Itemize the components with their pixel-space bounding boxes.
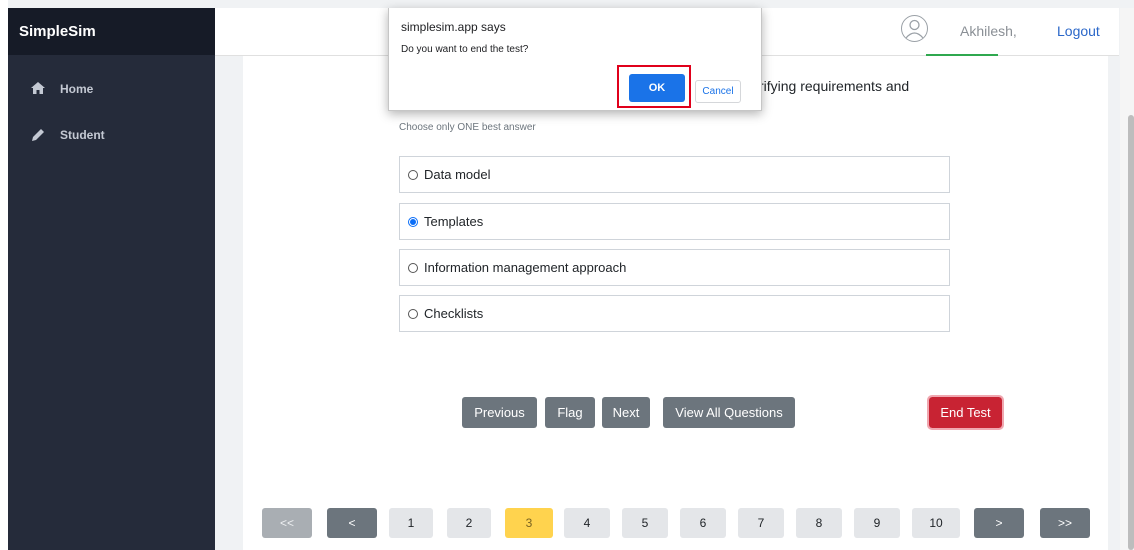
pagination-prev[interactable]: < [327, 508, 377, 538]
username: Akhilesh, [960, 23, 1017, 39]
sidebar-item-label: Student [60, 128, 105, 142]
sidebar: SimpleSim Home Student [8, 8, 215, 550]
option-label: Information management approach [424, 260, 627, 275]
previous-button[interactable]: Previous [462, 397, 537, 428]
pagination-page[interactable]: 7 [738, 508, 784, 538]
app-title: SimpleSim [8, 8, 215, 55]
option-label: Data model [424, 167, 491, 182]
next-button[interactable]: Next [602, 397, 650, 428]
pagination-page[interactable]: 2 [447, 508, 491, 538]
sidebar-item-home[interactable]: Home [30, 79, 215, 99]
answer-instruction: Choose only ONE best answer [399, 122, 536, 133]
page-margin [0, 0, 8, 550]
radio-button[interactable] [408, 308, 418, 319]
pagination-page[interactable]: 5 [622, 508, 668, 538]
question-text: rifying requirements and [759, 78, 910, 94]
option-templates[interactable]: Templates [399, 203, 950, 240]
option-information-management-approach[interactable]: Information management approach [399, 249, 950, 286]
cancel-button[interactable]: Cancel [695, 80, 741, 103]
pagination-last[interactable]: >> [1040, 508, 1090, 538]
pagination-page[interactable]: 6 [680, 508, 726, 538]
sidebar-item-label: Home [60, 82, 94, 96]
radio-button-selected[interactable] [408, 216, 418, 227]
sidebar-item-student[interactable]: Student [30, 125, 215, 145]
option-checklists[interactable]: Checklists [399, 295, 950, 332]
dialog-title: simplesim.app says [401, 20, 506, 34]
scrollbar-thumb[interactable] [1128, 115, 1134, 550]
option-label: Templates [424, 214, 484, 229]
confirm-dialog: simplesim.app says Do you want to end th… [388, 8, 762, 111]
flag-button[interactable]: Flag [545, 397, 595, 428]
pagination-next[interactable]: > [974, 508, 1024, 538]
ok-button[interactable]: OK [629, 74, 685, 102]
pagination-first[interactable]: << [262, 508, 312, 538]
logout-link[interactable]: Logout [1057, 23, 1100, 39]
option-data-model[interactable]: Data model [399, 156, 950, 193]
pagination-page[interactable]: 1 [389, 508, 433, 538]
view-all-questions-button[interactable]: View All Questions [663, 397, 795, 428]
pagination-page-current[interactable]: 3 [505, 508, 553, 538]
end-test-button[interactable]: End Test [927, 395, 1004, 430]
option-label: Checklists [424, 306, 484, 321]
home-icon [30, 81, 48, 97]
user-avatar-icon[interactable] [901, 15, 928, 42]
pagination-page[interactable]: 8 [796, 508, 842, 538]
radio-button[interactable] [408, 169, 418, 180]
dialog-message: Do you want to end the test? [401, 44, 529, 55]
pagination-page[interactable]: 4 [564, 508, 610, 538]
pencil-icon [30, 127, 48, 143]
pagination-page[interactable]: 10 [912, 508, 960, 538]
radio-button[interactable] [408, 262, 418, 273]
pagination-page[interactable]: 9 [854, 508, 900, 538]
